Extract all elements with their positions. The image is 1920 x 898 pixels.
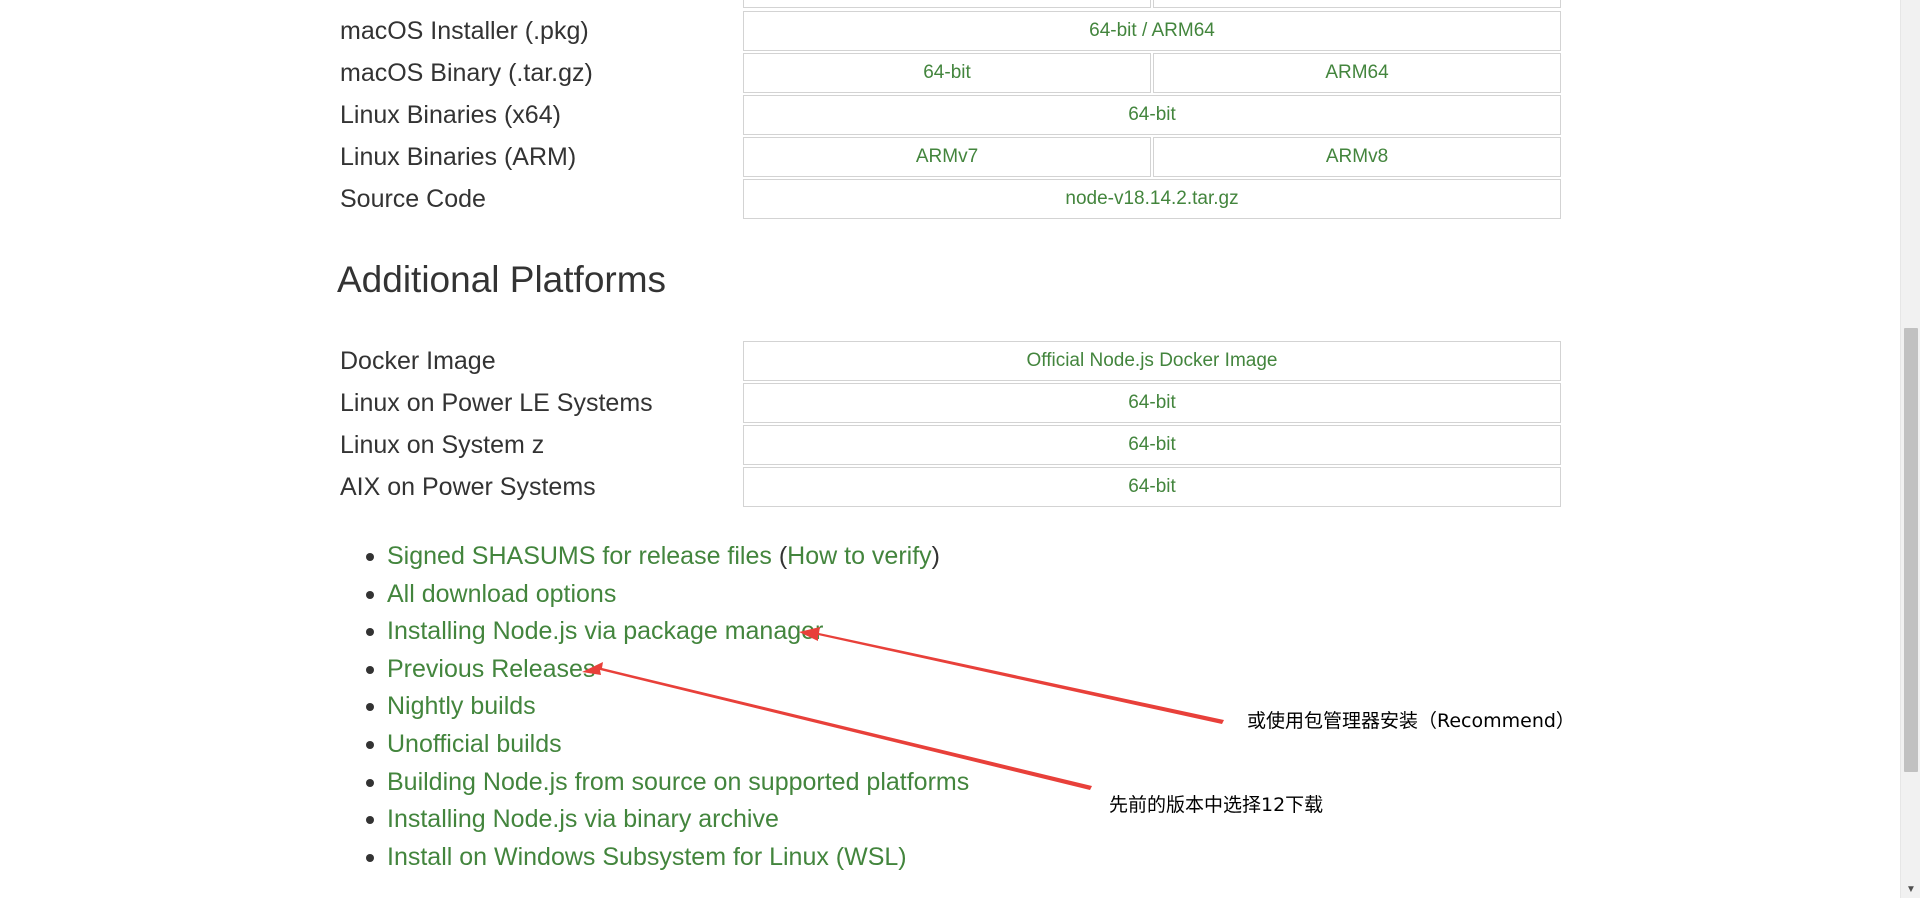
additional-platforms-heading: Additional Platforms bbox=[337, 259, 667, 300]
row-label: macOS Binary (.tar.gz) bbox=[340, 59, 593, 87]
page: macOS Installer (.pkg) 64-bit / ARM64 ma… bbox=[0, 0, 1920, 898]
download-cell[interactable]: 64-bit bbox=[743, 383, 1561, 423]
bullet-icon bbox=[366, 816, 374, 825]
download-cell[interactable]: 64-bit / ARM64 bbox=[743, 11, 1561, 51]
download-row-partial bbox=[340, 0, 1561, 8]
row-label: Linux Binaries (ARM) bbox=[340, 143, 577, 171]
download-cell[interactable]: 64-bit bbox=[743, 467, 1561, 507]
scrollbar-thumb[interactable] bbox=[1904, 328, 1918, 772]
list-item: Previous Releases bbox=[366, 651, 969, 689]
row-label: macOS Installer (.pkg) bbox=[340, 17, 589, 45]
list-item: All download options bbox=[366, 576, 969, 614]
build-from-source-link[interactable]: Building Node.js from source on supporte… bbox=[387, 768, 969, 796]
paren-close: ) bbox=[931, 542, 940, 570]
scroll-down-arrow-icon[interactable]: ▼ bbox=[1905, 884, 1917, 896]
bullet-icon bbox=[366, 628, 374, 637]
list-item: Install on Windows Subsystem for Linux (… bbox=[366, 839, 969, 877]
how-to-verify-link[interactable]: How to verify bbox=[787, 542, 931, 570]
row-label: Docker Image bbox=[340, 347, 496, 375]
bullet-icon bbox=[366, 853, 374, 862]
bullet-icon bbox=[366, 553, 374, 561]
download-cell[interactable]: node-v18.14.2.tar.gz bbox=[743, 179, 1561, 219]
download-cell[interactable]: ARMv7 bbox=[743, 137, 1151, 177]
bullet-icon bbox=[366, 740, 374, 749]
paren-open: ( bbox=[778, 542, 788, 570]
download-cell[interactable] bbox=[743, 0, 1151, 8]
list-item: Signed SHASUMS for release files (How to… bbox=[366, 538, 969, 576]
bullet-icon bbox=[366, 665, 374, 674]
download-row-linux-x64: Linux Binaries (x64) 64-bit bbox=[340, 95, 1561, 135]
previous-releases-link[interactable]: Previous Releases bbox=[387, 655, 595, 683]
bullet-icon bbox=[366, 703, 374, 712]
platform-row-aix: AIX on Power Systems 64-bit bbox=[340, 467, 1561, 507]
platform-row-power-le: Linux on Power LE Systems 64-bit bbox=[340, 383, 1561, 423]
list-item: Nightly builds bbox=[366, 688, 969, 726]
row-label: AIX on Power Systems bbox=[340, 473, 596, 501]
vertical-scrollbar[interactable]: ▼ bbox=[1900, 0, 1920, 898]
binary-archive-link[interactable]: Installing Node.js via binary archive bbox=[387, 805, 779, 833]
download-cell[interactable]: 64-bit bbox=[743, 425, 1561, 465]
download-cell[interactable]: ARM64 bbox=[1153, 53, 1561, 93]
download-cell[interactable]: ARMv8 bbox=[1153, 137, 1561, 177]
download-row-macos-binary: macOS Binary (.tar.gz) 64-bit ARM64 bbox=[340, 53, 1561, 93]
resources-link-list: Signed SHASUMS for release files (How to… bbox=[366, 538, 969, 876]
list-item: Building Node.js from source on supporte… bbox=[366, 764, 969, 802]
shasums-link[interactable]: Signed SHASUMS for release files bbox=[387, 542, 772, 570]
download-row-linux-arm: Linux Binaries (ARM) ARMv7 ARMv8 bbox=[340, 137, 1561, 177]
download-row-source-code: Source Code node-v18.14.2.tar.gz bbox=[340, 179, 1561, 219]
package-manager-link[interactable]: Installing Node.js via package manager bbox=[387, 617, 823, 645]
platform-row-system-z: Linux on System z 64-bit bbox=[340, 425, 1561, 465]
bullet-icon bbox=[366, 778, 374, 787]
list-item: Installing Node.js via binary archive bbox=[366, 801, 969, 839]
downloads-content: macOS Installer (.pkg) 64-bit / ARM64 ma… bbox=[0, 0, 1900, 898]
wsl-install-link[interactable]: Install on Windows Subsystem for Linux (… bbox=[387, 843, 907, 871]
list-item: Installing Node.js via package manager bbox=[366, 613, 969, 651]
download-row-macos-installer: macOS Installer (.pkg) 64-bit / ARM64 bbox=[340, 11, 1561, 51]
row-label: Linux Binaries (x64) bbox=[340, 101, 561, 129]
download-cell[interactable]: 64-bit bbox=[743, 53, 1151, 93]
list-item: Unofficial builds bbox=[366, 726, 969, 764]
row-label: Linux on System z bbox=[340, 431, 545, 459]
platform-row-docker: Docker Image Official Node.js Docker Ima… bbox=[340, 341, 1561, 381]
download-cell[interactable]: Official Node.js Docker Image bbox=[743, 341, 1561, 381]
all-download-options-link[interactable]: All download options bbox=[387, 580, 616, 608]
nightly-builds-link[interactable]: Nightly builds bbox=[387, 692, 536, 720]
row-label: Source Code bbox=[340, 185, 486, 213]
download-cell[interactable] bbox=[1153, 0, 1561, 8]
bullet-icon bbox=[366, 590, 374, 599]
unofficial-builds-link[interactable]: Unofficial builds bbox=[387, 730, 562, 758]
row-label: Linux on Power LE Systems bbox=[340, 389, 653, 417]
download-cell[interactable]: 64-bit bbox=[743, 95, 1561, 135]
